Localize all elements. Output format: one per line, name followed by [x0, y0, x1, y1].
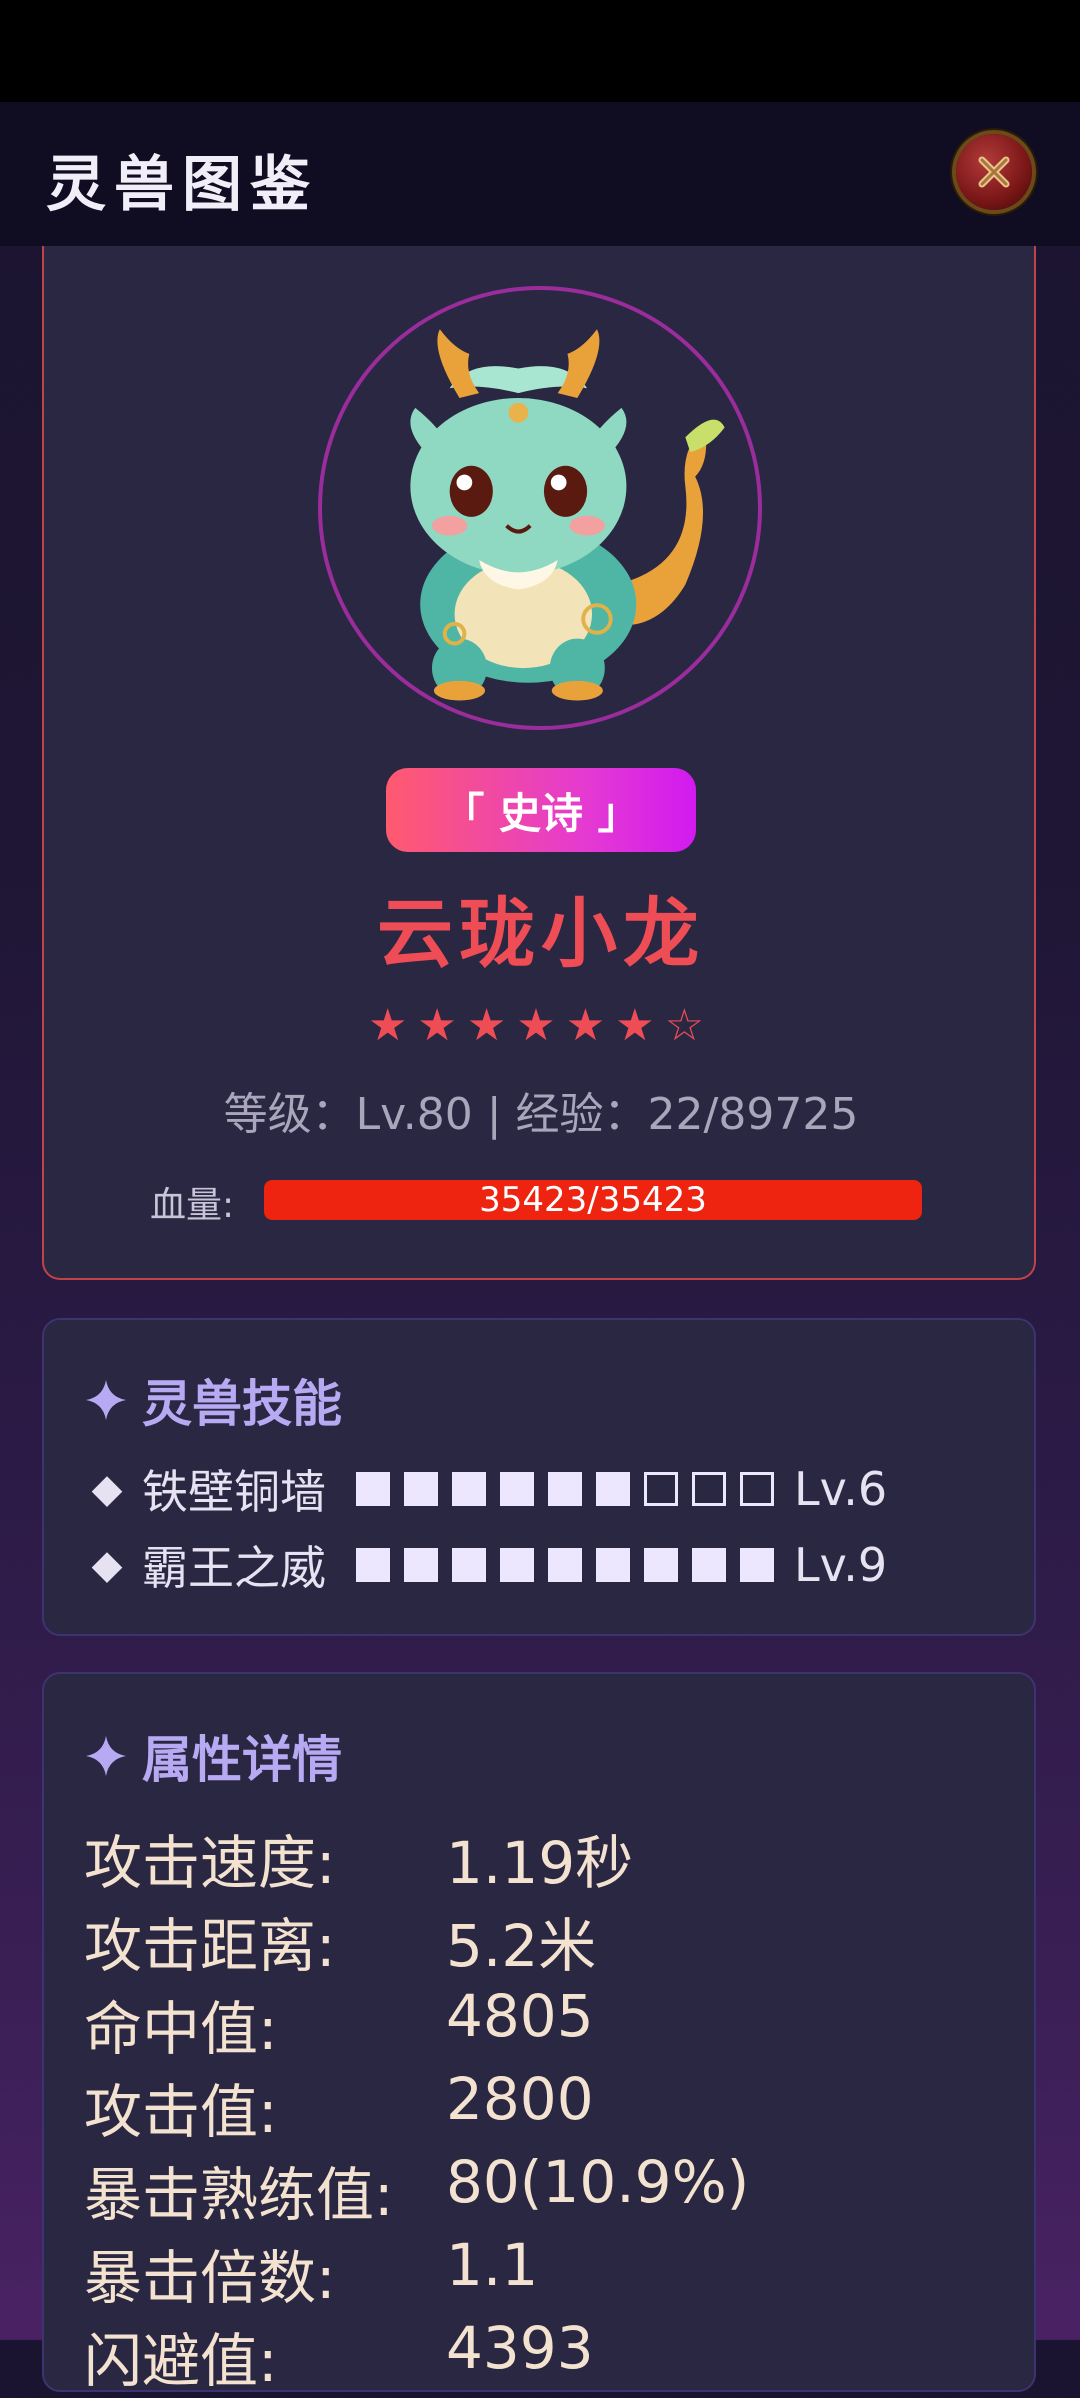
attribute-value: 1.1 — [446, 2231, 539, 2299]
hp-value: 35423/35423 — [479, 1180, 707, 1220]
close-button[interactable] — [956, 134, 1032, 210]
attribute-row: 攻击值: 2800 — [84, 2065, 984, 2149]
skill-pip-filled — [356, 1472, 390, 1506]
skill-pip-empty — [644, 1472, 678, 1506]
attribute-row: 攻击距离: 5.2米 — [84, 1899, 984, 1983]
skill-pip-filled — [452, 1472, 486, 1506]
attributes-title-text: 属性详情 — [142, 1731, 342, 1789]
skill-level: Lv.9 — [794, 1538, 888, 1592]
attribute-row: 暴击倍数: 1.1 — [84, 2231, 984, 2315]
status-bar — [0, 0, 1080, 102]
skill-pip-empty — [692, 1472, 726, 1506]
attributes-section-title: 属性详情 — [84, 1720, 342, 1792]
attribute-label: 攻击值: — [84, 2078, 278, 2146]
skill-name: 霸王之威 — [142, 1541, 326, 1595]
skill-pip-filled — [644, 1548, 678, 1582]
attributes-card: 属性详情 攻击速度: 1.19秒 攻击距离: 5.2米 命中值: 4805 攻击… — [42, 1672, 1036, 2395]
hp-bar: 35423/35423 — [264, 1180, 922, 1220]
sparkle-icon — [86, 1380, 126, 1420]
skill-pip-filled — [404, 1472, 438, 1506]
skill-row[interactable]: ◆ 铁壁铜墙 Lv.6 — [88, 1456, 888, 1522]
skill-pip-filled — [356, 1548, 390, 1582]
skill-name: 铁壁铜墙 — [142, 1465, 326, 1519]
skill-pip-filled — [596, 1548, 630, 1582]
skills-card: 灵兽技能 ◆ 铁壁铜墙 Lv.6 ◆ 霸王之威 Lv.9 — [42, 1318, 1036, 1636]
attribute-value: 4805 — [446, 1982, 594, 2050]
skill-pip-filled — [500, 1472, 534, 1506]
attribute-label: 暴击熟练值: — [84, 2161, 394, 2229]
dragon-portrait — [410, 329, 725, 701]
skill-pip-filled — [548, 1548, 582, 1582]
beast-profile-card: 「 史诗 」 云珑小龙 ★★★★★★☆ 等级：Lv.80 | 经验：22/897… — [42, 232, 1036, 1280]
skill-pip-filled — [404, 1548, 438, 1582]
skill-pip-filled — [692, 1548, 726, 1582]
attribute-row: 暴击熟练值: 80(10.9%) — [84, 2148, 984, 2232]
diamond-bullet-icon: ◆ — [91, 1466, 123, 1512]
attribute-label: 暴击倍数: — [84, 2244, 336, 2312]
header: 灵兽图鉴 — [0, 102, 1080, 246]
attribute-label: 命中值: — [84, 1995, 278, 2063]
beast-name: 云珑小龙 — [377, 889, 705, 978]
star-rating: ★★★★★★☆ — [367, 1000, 715, 1051]
attribute-row: 闪避值: 4393 — [84, 2314, 984, 2398]
attribute-value: 4393 — [446, 2314, 594, 2382]
skill-pip-filled — [596, 1472, 630, 1506]
skill-pip-filled — [452, 1548, 486, 1582]
skill-pip-filled — [740, 1548, 774, 1582]
skill-pip-filled — [548, 1472, 582, 1506]
close-x-icon — [978, 156, 1010, 188]
beast-avatar — [318, 286, 762, 730]
skill-level-pips — [356, 1472, 774, 1506]
attribute-label: 攻击速度: — [84, 1829, 336, 1897]
attribute-value: 1.19秒 — [446, 1829, 634, 1897]
skill-row[interactable]: ◆ 霸王之威 Lv.9 — [88, 1532, 888, 1598]
attribute-label: 闪避值: — [84, 2327, 278, 2395]
sparkle-icon — [86, 1736, 126, 1776]
hp-label: 血量: — [150, 1185, 235, 1226]
page-title: 灵兽图鉴 — [46, 150, 318, 220]
attribute-label: 攻击距离: — [84, 1912, 336, 1980]
rarity-badge: 「 史诗 」 — [386, 768, 696, 852]
attribute-value: 2800 — [446, 2065, 594, 2133]
skills-title-text: 灵兽技能 — [142, 1375, 342, 1433]
skills-section-title: 灵兽技能 — [84, 1364, 342, 1436]
attribute-value: 80(10.9%) — [446, 2148, 750, 2216]
skill-pip-filled — [500, 1548, 534, 1582]
skill-pip-empty — [740, 1472, 774, 1506]
skill-level-pips — [356, 1548, 774, 1582]
level-experience-text: 等级：Lv.80 | 经验：22/89725 — [223, 1089, 859, 1140]
skill-level: Lv.6 — [794, 1462, 888, 1516]
attribute-row: 命中值: 4805 — [84, 1982, 984, 2066]
diamond-bullet-icon: ◆ — [91, 1542, 123, 1588]
attribute-row: 攻击速度: 1.19秒 — [84, 1816, 984, 1900]
attribute-value: 5.2米 — [446, 1912, 597, 1980]
